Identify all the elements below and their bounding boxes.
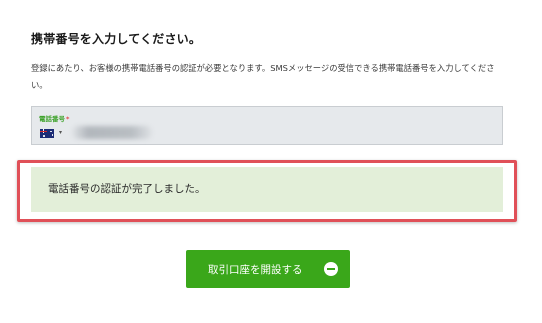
phone-number-field[interactable]: 電話番号* ▾ [31, 106, 503, 145]
flag-star [43, 135, 45, 137]
annotation-highlight-frame [17, 160, 517, 222]
required-mark: * [66, 115, 70, 123]
flag-star [51, 134, 54, 136]
flag-union-jack-red [40, 130, 47, 132]
page-title: 携帯番号を入力してください。 [31, 32, 202, 46]
open-account-label: 取引口座を開設する [208, 264, 303, 276]
phone-label-text: 電話番号 [39, 115, 65, 123]
phone-verification-page: 携帯番号を入力してください。 登録にあたり、お客様の携帯電話番号の認証が必要とな… [0, 0, 542, 323]
flag-star [50, 130, 52, 133]
australia-flag-icon[interactable] [40, 129, 54, 138]
instruction-text: 登録にあたり、お客様の携帯電話番号の認証が必要となります。SMSメッセージの受信… [31, 63, 495, 90]
open-account-button[interactable]: 取引口座を開設する [186, 250, 350, 288]
chevron-down-icon[interactable]: ▾ [59, 129, 62, 136]
phone-number-value-blurred[interactable] [72, 126, 152, 139]
minus-circle-icon [324, 262, 338, 276]
phone-field-label: 電話番号* [39, 113, 69, 123]
